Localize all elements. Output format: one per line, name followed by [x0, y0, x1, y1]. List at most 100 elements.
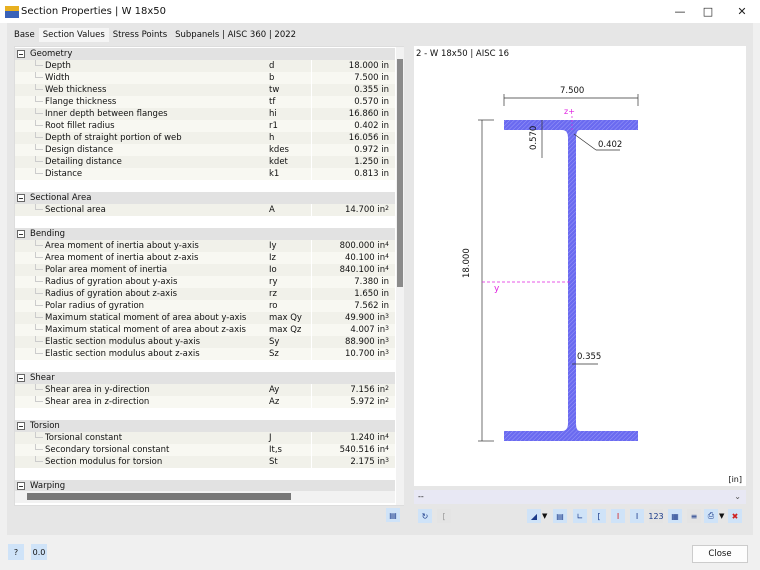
value-number: 840.100 [339, 265, 375, 275]
group-header[interactable]: Torsion [15, 420, 395, 432]
refresh-view-icon[interactable]: ↻ [418, 509, 432, 523]
collapse-icon[interactable] [17, 422, 25, 430]
property-value: 0.972 in [354, 145, 389, 155]
table-row[interactable]: Elastic section modulus about y-axis Sy 88… [15, 336, 395, 348]
tree-line [35, 204, 43, 210]
collapse-icon[interactable] [17, 194, 25, 202]
caret-down-icon[interactable]: ▼ [542, 512, 547, 520]
table-row[interactable]: Elastic section modulus about z-axis Sz 10… [15, 348, 395, 360]
view-mode-icon[interactable]: ◢ [527, 509, 541, 523]
export-table-button[interactable]: ▤ [386, 508, 400, 522]
table-row[interactable]: Detailing distance kdet 1.250 in [15, 156, 395, 168]
group-header[interactable]: Bending [15, 228, 395, 240]
property-symbol: tf [269, 97, 276, 107]
horizontal-scrollbar[interactable] [15, 491, 395, 503]
close-button[interactable]: Close [692, 545, 748, 563]
tab-base[interactable]: Base [10, 28, 39, 42]
collapse-icon[interactable] [17, 50, 25, 58]
property-label: Elastic section modulus about z-axis [45, 349, 200, 359]
vertical-scroll-thumb[interactable] [397, 59, 403, 287]
column-divider [311, 348, 312, 360]
axes-icon[interactable]: ∟ [573, 509, 587, 523]
section-red-icon[interactable]: I [611, 509, 625, 523]
property-symbol: ry [269, 277, 278, 287]
vertical-scrollbar[interactable] [396, 47, 404, 505]
zoom-reset-icon[interactable]: ✖ [728, 509, 742, 523]
numbering-icon[interactable]: 123 [648, 509, 664, 523]
close-window-button[interactable]: ✕ [726, 0, 758, 23]
grid-icon[interactable]: ▦ [668, 509, 682, 523]
maximize-button[interactable]: □ [692, 0, 724, 23]
table-row[interactable]: Section modulus for torsion St 2.175 in3 [15, 456, 395, 468]
help-icon[interactable]: ? [8, 544, 24, 560]
property-label: Shear area in y-direction [45, 385, 150, 395]
property-label: Elastic section modulus about y-axis [45, 337, 201, 347]
tab-section-values[interactable]: Section Values [38, 28, 109, 42]
group-header[interactable]: Geometry [15, 48, 395, 60]
table-row[interactable]: Polar radius of gyration ro 7.562 in [15, 300, 395, 312]
property-label: Design distance [45, 145, 114, 155]
tree-line [35, 120, 43, 126]
table-row[interactable]: Radius of gyration about y-axis ry 7.380 i… [15, 276, 395, 288]
value-unit: in [381, 85, 389, 95]
spacer-row [15, 408, 395, 420]
table-row[interactable]: Depth d 18.000 in [15, 60, 395, 72]
collapse-icon[interactable] [17, 482, 25, 490]
property-label: Shear area in z-direction [45, 397, 150, 407]
table-row[interactable]: Width b 7.500 in [15, 72, 395, 84]
tree-line [35, 288, 43, 294]
section-outline-icon[interactable]: I [630, 509, 644, 523]
bracket-icon[interactable]: [ [437, 509, 451, 523]
unit-exponent: 2 [385, 385, 389, 392]
print-caret-icon[interactable]: ▼ [719, 512, 724, 520]
property-value: 49.900 in3 [345, 313, 389, 323]
table-row[interactable]: Web thickness tw 0.355 in [15, 84, 395, 96]
horizontal-scroll-thumb[interactable] [27, 493, 291, 500]
property-label: Width [45, 73, 70, 83]
stress-point-dropdown[interactable]: -- ⌄ [414, 490, 746, 504]
group-header[interactable]: Warping [15, 480, 395, 491]
table-row[interactable]: Secondary torsional constant It,s 540.516 … [15, 444, 395, 456]
column-divider [311, 60, 312, 72]
ruler-icon[interactable]: ≡ [687, 509, 701, 523]
table-row[interactable]: Inner depth between flanges hi 16.860 in [15, 108, 395, 120]
table-row[interactable]: Depth of straight portion of web h 16.056 … [15, 132, 395, 144]
dimensions-icon[interactable]: ▤ [553, 509, 567, 523]
collapse-icon[interactable] [17, 374, 25, 382]
table-row[interactable]: Flange thickness tf 0.570 in [15, 96, 395, 108]
value-number: 2.175 [350, 457, 375, 467]
decimal-places-icon[interactable]: 0.0 [31, 544, 47, 560]
stress-points-icon[interactable]: [ [592, 509, 606, 523]
group-header[interactable]: Sectional Area [15, 192, 395, 204]
table-row[interactable]: Distance k1 0.813 in [15, 168, 395, 180]
tree-line [35, 264, 43, 270]
property-symbol: Iy [269, 241, 277, 251]
unit-exponent: 3 [385, 457, 389, 464]
property-symbol: Ay [269, 385, 280, 395]
tab-stress-points[interactable]: Stress Points [109, 28, 171, 42]
print-icon[interactable]: ⎙ [704, 509, 718, 523]
collapse-icon[interactable] [17, 230, 25, 238]
table-row[interactable]: Polar area moment of inertia Io 840.100 in… [15, 264, 395, 276]
table-row[interactable]: Shear area in y-direction Ay 7.156 in2 [15, 384, 395, 396]
table-row[interactable]: Root fillet radius r1 0.402 in [15, 120, 395, 132]
property-value: 5.972 in2 [350, 397, 389, 407]
table-row[interactable]: Torsional constant J 1.240 in4 [15, 432, 395, 444]
value-number: 18.000 [348, 61, 379, 71]
table-row[interactable]: Design distance kdes 0.972 in [15, 144, 395, 156]
tab-subpanels[interactable]: Subpanels | AISC 360 | 2022 [171, 28, 300, 42]
property-label: Polar radius of gyration [45, 301, 145, 311]
table-row[interactable]: Maximum statical moment of area about y-… [15, 312, 395, 324]
column-divider [311, 120, 312, 132]
table-row[interactable]: Area moment of inertia about y-axis Iy 800… [15, 240, 395, 252]
table-row[interactable]: Maximum statical moment of area about z-… [15, 324, 395, 336]
group-header[interactable]: Shear [15, 372, 395, 384]
table-row[interactable]: Area moment of inertia about z-axis Iz 40.… [15, 252, 395, 264]
table-row[interactable]: Radius of gyration about z-axis rz 1.650 i… [15, 288, 395, 300]
table-row[interactable]: Sectional area A 14.700 in2 [15, 204, 395, 216]
value-unit: in [381, 121, 389, 131]
table-row[interactable]: Shear area in z-direction Az 5.972 in2 [15, 396, 395, 408]
property-value: 800.000 in4 [340, 241, 389, 251]
unit-exponent: 4 [385, 433, 389, 440]
value-unit: in [377, 445, 386, 455]
